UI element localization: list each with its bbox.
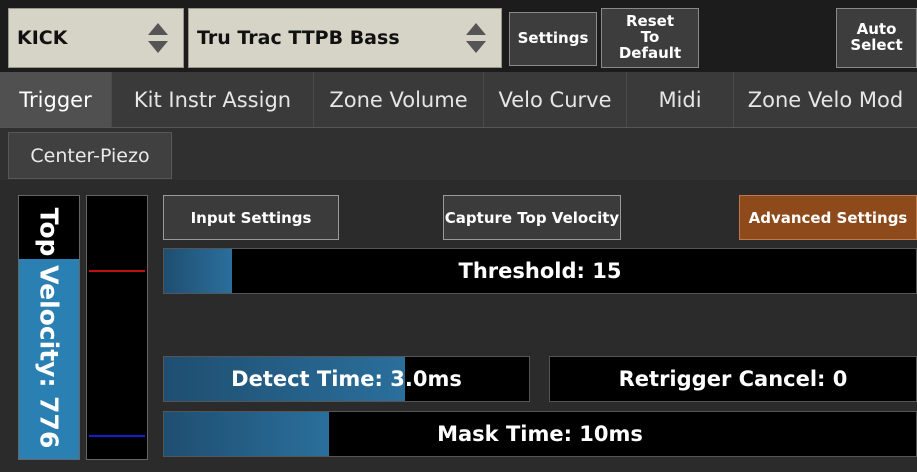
subtab-label: Center-Piezo: [30, 144, 150, 167]
capture-top-velocity-label: Capture Top Velocity: [444, 208, 620, 227]
mask-time-label: Mask Time: 10ms: [437, 422, 643, 446]
tab-label: Zone Velo Mod: [747, 87, 904, 112]
zone-tab-bar: Center-Piezo: [0, 127, 917, 180]
reset-label-line3: Default: [618, 43, 682, 62]
retrigger-cancel-label: Retrigger Cancel: 0: [618, 367, 848, 391]
tab-label: Midi: [658, 87, 702, 112]
input-settings-button[interactable]: Input Settings: [163, 195, 339, 240]
reset-to-default-button[interactable]: Reset To Default: [601, 8, 699, 68]
top-velocity-display: Top Velocity: 776: [18, 195, 80, 460]
input-settings-label: Input Settings: [190, 208, 312, 227]
settings-button-label: Settings: [517, 29, 589, 48]
settings-button[interactable]: Settings: [509, 12, 597, 66]
tab-bar: Trigger Kit Instr Assign Zone Volume Vel…: [0, 72, 917, 127]
subtab-center-piezo[interactable]: Center-Piezo: [8, 132, 172, 179]
retrigger-cancel-slider[interactable]: Retrigger Cancel: 0: [549, 356, 917, 402]
mask-time-slider[interactable]: Mask Time: 10ms: [163, 411, 917, 457]
kit-select[interactable]: KICK: [8, 8, 184, 68]
auto-select-button[interactable]: Auto Select: [836, 8, 917, 68]
tab-label: Velo Curve: [498, 87, 612, 112]
tab-velo-curve[interactable]: Velo Curve: [484, 72, 627, 127]
up-down-arrows-icon: [148, 23, 168, 53]
tab-midi[interactable]: Midi: [627, 72, 734, 127]
tab-label: Trigger: [19, 87, 92, 112]
tab-trigger[interactable]: Trigger: [0, 72, 112, 127]
instrument-select[interactable]: Tru Trac TTPB Bass: [188, 8, 502, 68]
detect-time-slider[interactable]: Detect Time: 3.0ms: [163, 356, 530, 402]
advanced-settings-button[interactable]: Advanced Settings: [739, 195, 917, 240]
kit-select-value: KICK: [17, 27, 68, 49]
tab-kit-instr-assign[interactable]: Kit Instr Assign: [112, 72, 314, 127]
tab-label: Zone Volume: [329, 87, 468, 112]
instrument-select-value: Tru Trac TTPB Bass: [197, 27, 400, 49]
threshold-slider[interactable]: Threshold: 15: [163, 248, 917, 294]
top-velocity-label: Top Velocity: 776: [34, 207, 64, 448]
threshold-label: Threshold: 15: [458, 259, 622, 283]
baseline-marker: [89, 435, 145, 437]
tab-zone-volume[interactable]: Zone Volume: [314, 72, 484, 127]
up-down-arrows-icon: [466, 23, 486, 53]
capture-top-velocity-button[interactable]: Capture Top Velocity: [443, 195, 621, 240]
tab-zone-velo-mod[interactable]: Zone Velo Mod: [734, 72, 917, 127]
advanced-settings-label: Advanced Settings: [748, 208, 908, 227]
top-bar: KICK Tru Trac TTPB Bass Settings Reset T…: [0, 0, 917, 72]
auto-label-line2: Select: [850, 36, 903, 54]
trigger-level-meter: [86, 195, 148, 460]
threshold-marker: [89, 270, 145, 272]
tab-label: Kit Instr Assign: [133, 87, 292, 112]
detect-time-label: Detect Time: 3.0ms: [231, 367, 462, 391]
